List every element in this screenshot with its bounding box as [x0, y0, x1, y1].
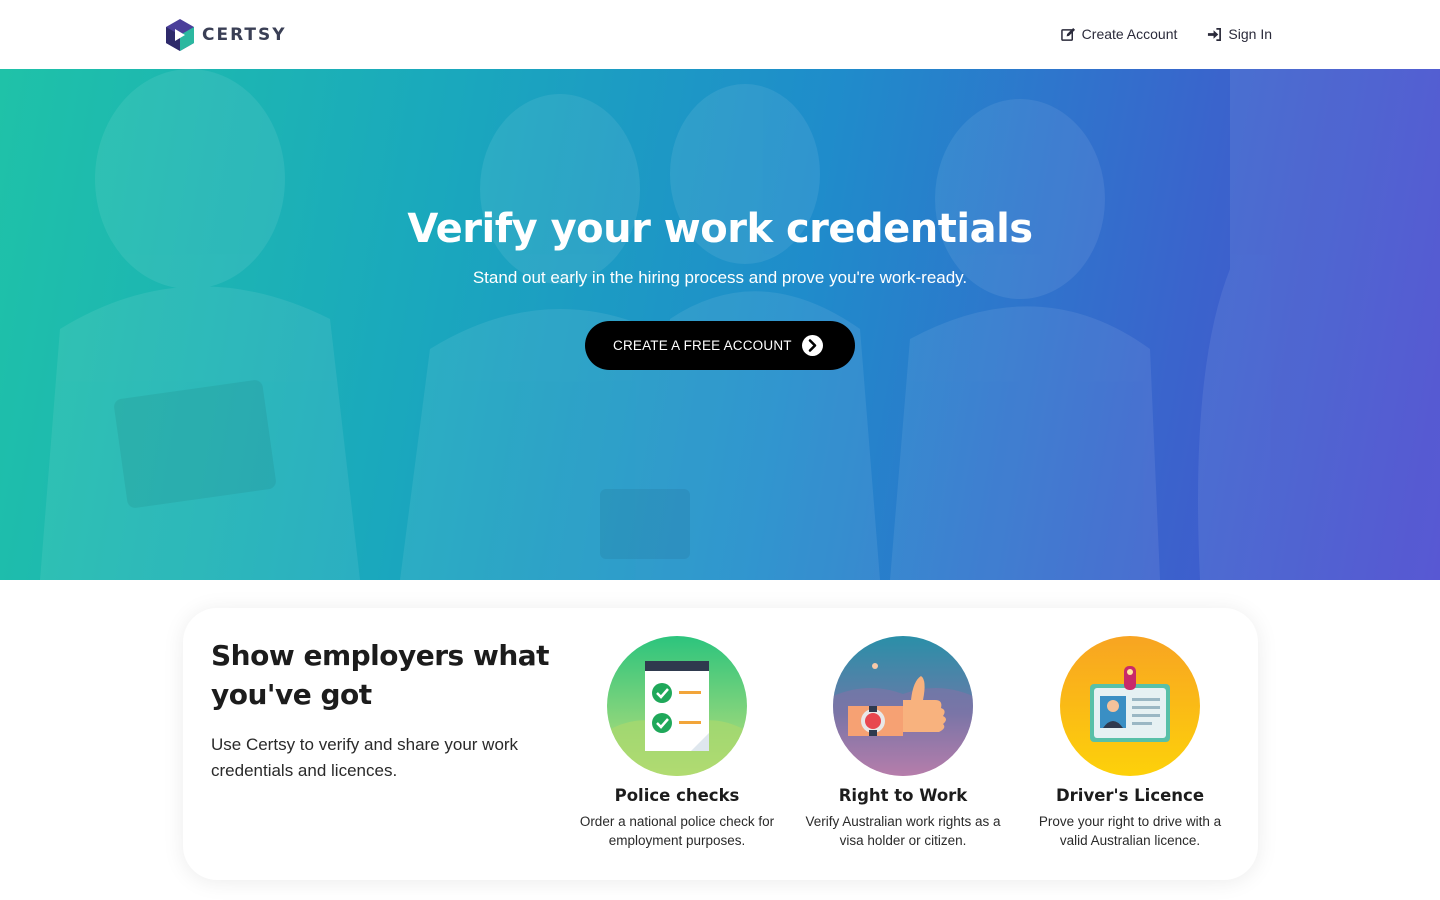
sign-in-link[interactable]: Sign In — [1207, 26, 1272, 42]
feature-right-to-work: Right to Work Verify Australian work rig… — [798, 636, 1008, 850]
edit-icon — [1060, 27, 1075, 41]
feature-police-checks: Police checks Order a national police ch… — [572, 636, 782, 850]
sign-in-label: Sign In — [1228, 26, 1272, 42]
create-account-link[interactable]: Create Account — [1060, 26, 1178, 42]
features-title: Show employers what you've got — [211, 639, 550, 711]
hero-title: Verify your work credentials — [407, 206, 1033, 252]
sign-in-icon — [1208, 27, 1222, 41]
top-navbar: CERTSY Create Account Sign In — [0, 0, 1440, 69]
feature-description: Prove your right to drive with a valid A… — [1038, 814, 1222, 848]
checklist-icon — [607, 636, 747, 776]
create-account-label: Create Account — [1081, 26, 1178, 42]
features-card: Show employers what you've got Use Certs… — [183, 608, 1258, 880]
features-description: Use Certsy to verify and share your work… — [211, 735, 519, 780]
feature-title: Police checks — [614, 786, 740, 805]
feature-title: Driver's Licence — [1055, 786, 1205, 805]
feature-title: Right to Work — [838, 786, 968, 805]
hero-subtitle: Stand out early in the hiring process an… — [472, 268, 968, 287]
thumbs-up-icon — [833, 636, 973, 776]
feature-description: Verify Australian work rights as a visa … — [805, 814, 1001, 848]
id-card-icon — [1060, 636, 1200, 776]
arrow-right-circle-icon — [802, 335, 823, 356]
certsy-logo-icon — [166, 19, 194, 51]
create-free-account-button[interactable]: CREATE A FREE ACCOUNT — [585, 321, 855, 370]
cta-label: CREATE A FREE ACCOUNT — [613, 338, 792, 353]
hero-banner: Verify your work credentials Stand out e… — [0, 69, 1440, 580]
brand-name: CERTSY — [202, 25, 287, 45]
certsy-logo[interactable]: CERTSY — [166, 19, 287, 51]
feature-description: Order a national police check for employ… — [579, 814, 775, 848]
feature-drivers-licence: Driver's Licence Prove your right to dri… — [1025, 636, 1235, 850]
